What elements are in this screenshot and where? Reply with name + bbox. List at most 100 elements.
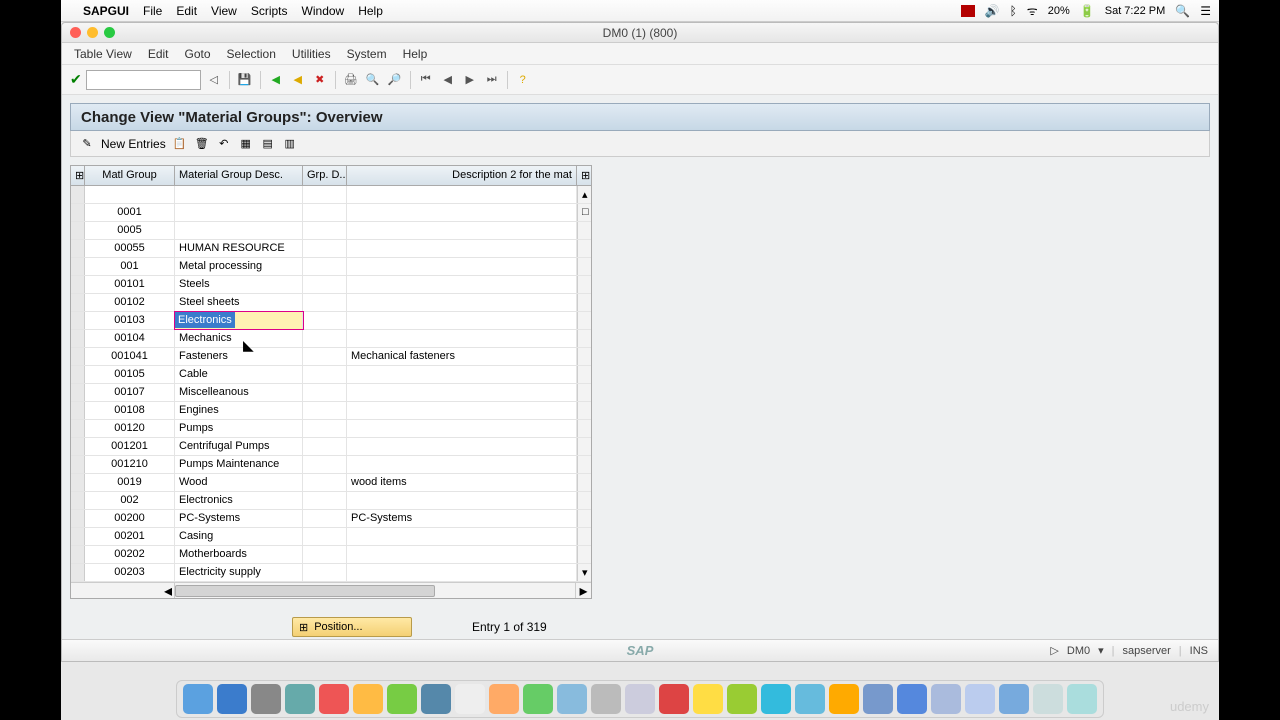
cell-grp-d[interactable] — [303, 420, 347, 437]
cell-desc[interactable]: Electronics — [175, 492, 303, 509]
menu-view[interactable]: View — [211, 4, 237, 18]
row-selector[interactable] — [71, 546, 85, 563]
volume-icon[interactable]: 🔊 — [985, 4, 1000, 18]
cell-desc[interactable]: Motherboards — [175, 546, 303, 563]
table-row[interactable]: 001Metal processing — [71, 258, 591, 276]
cell-desc2[interactable] — [347, 564, 577, 581]
row-selector[interactable] — [71, 510, 85, 527]
dock-app-22[interactable] — [931, 684, 961, 714]
change-icon[interactable]: ✎ — [79, 136, 95, 152]
dock-app-8[interactable] — [455, 684, 485, 714]
cell-desc[interactable] — [175, 204, 303, 221]
table-row[interactable]: 00201Casing — [71, 528, 591, 546]
cell-desc[interactable]: Mechanics — [175, 330, 303, 347]
cell-desc2[interactable] — [347, 186, 577, 203]
cell-matl-group[interactable]: 00200 — [85, 510, 175, 527]
row-selector[interactable] — [71, 492, 85, 509]
dock-app-14[interactable] — [659, 684, 689, 714]
col-matl-group[interactable]: Matl Group — [85, 166, 175, 185]
cell-grp-d[interactable] — [303, 546, 347, 563]
scroll-left-icon[interactable]: ◂ — [71, 583, 175, 598]
row-selector[interactable] — [71, 276, 85, 293]
cell-matl-group[interactable]: 00055 — [85, 240, 175, 257]
cell-desc[interactable]: Electronics — [175, 312, 303, 329]
col-grp-d[interactable]: Grp. D... — [303, 166, 347, 185]
cell-grp-d[interactable] — [303, 402, 347, 419]
minimize-icon[interactable] — [87, 27, 98, 38]
cell-matl-group[interactable]: 00202 — [85, 546, 175, 563]
dock-app-19[interactable] — [829, 684, 859, 714]
lastpage-icon[interactable]: ⏭ — [483, 71, 501, 89]
selectall-icon[interactable]: ▦ — [238, 136, 254, 152]
cell-grp-d[interactable] — [303, 204, 347, 221]
enter-icon[interactable]: ✔ — [70, 71, 82, 88]
col-desc[interactable]: Material Group Desc. — [175, 166, 303, 185]
cell-matl-group[interactable]: 00105 — [85, 366, 175, 383]
dock-app-21[interactable] — [897, 684, 927, 714]
table-row[interactable]: 00055HUMAN RESOURCE — [71, 240, 591, 258]
row-selector[interactable] — [71, 186, 85, 203]
new-entries-button[interactable]: New Entries — [101, 137, 166, 151]
delete-icon[interactable]: 🗑 — [194, 136, 210, 152]
undo-icon[interactable]: ↶ — [216, 136, 232, 152]
col-desc2[interactable]: Description 2 for the mat — [347, 166, 577, 185]
cell-desc[interactable]: Cable — [175, 366, 303, 383]
row-selector[interactable] — [71, 384, 85, 401]
table-row[interactable]: 00102Steel sheets — [71, 294, 591, 312]
row-selector[interactable] — [71, 402, 85, 419]
row-selector[interactable] — [71, 330, 85, 347]
cell-desc2[interactable] — [347, 294, 577, 311]
cell-matl-group[interactable]: 002 — [85, 492, 175, 509]
cell-desc[interactable]: Wood — [175, 474, 303, 491]
dock-app-11[interactable] — [557, 684, 587, 714]
deselect-icon[interactable]: ▥ — [282, 136, 298, 152]
table-row[interactable]: 0001□ — [71, 204, 591, 222]
menu-edit[interactable]: Edit — [176, 4, 197, 18]
sapmenu-tableview[interactable]: Table View — [74, 47, 132, 61]
cell-desc2[interactable] — [347, 276, 577, 293]
cell-grp-d[interactable] — [303, 276, 347, 293]
findnext-icon[interactable]: 🔎 — [386, 71, 404, 89]
cell-matl-group[interactable]: 00203 — [85, 564, 175, 581]
dock-app-26[interactable] — [1067, 684, 1097, 714]
dock-app-23[interactable] — [965, 684, 995, 714]
clock[interactable]: Sat 7:22 PM — [1105, 5, 1166, 17]
wifi-icon[interactable]: ᯤ — [1027, 2, 1038, 19]
cell-grp-d[interactable] — [303, 222, 347, 239]
menu-icon[interactable]: ☰ — [1200, 4, 1211, 18]
table-row[interactable]: 00120Pumps — [71, 420, 591, 438]
firstpage-icon[interactable]: ⏮ — [417, 71, 435, 89]
cell-desc2[interactable]: wood items — [347, 474, 577, 491]
cell-desc[interactable]: Casing — [175, 528, 303, 545]
status-dropdown-icon[interactable]: ▾ — [1098, 644, 1104, 657]
row-selector[interactable] — [71, 312, 85, 329]
cell-desc[interactable]: Centrifugal Pumps — [175, 438, 303, 455]
row-selector[interactable] — [71, 240, 85, 257]
help-icon[interactable]: ? — [514, 71, 532, 89]
cell-matl-group[interactable]: 00104 — [85, 330, 175, 347]
spotlight-icon[interactable]: 🔍 — [1175, 4, 1190, 18]
dock[interactable] — [176, 680, 1104, 718]
row-selector[interactable] — [71, 258, 85, 275]
cell-desc[interactable]: Fasteners — [175, 348, 303, 365]
cell-grp-d[interactable] — [303, 366, 347, 383]
cell-desc[interactable]: Pumps — [175, 420, 303, 437]
dock-app-25[interactable] — [1033, 684, 1063, 714]
sapmenu-selection[interactable]: Selection — [227, 47, 276, 61]
dock-app-9[interactable] — [489, 684, 519, 714]
cell-matl-group[interactable]: 0005 — [85, 222, 175, 239]
table-row[interactable]: 00108Engines — [71, 402, 591, 420]
row-selector[interactable] — [71, 294, 85, 311]
table-row[interactable]: 002Electronics — [71, 492, 591, 510]
cell-desc2[interactable] — [347, 330, 577, 347]
table-row[interactable]: ▴ — [71, 186, 591, 204]
table-row[interactable]: 00202Motherboards — [71, 546, 591, 564]
cell-desc2[interactable]: PC-Systems — [347, 510, 577, 527]
cell-desc2[interactable] — [347, 438, 577, 455]
col-config-icon[interactable]: ⊞ — [577, 166, 591, 185]
cell-grp-d[interactable] — [303, 492, 347, 509]
cell-grp-d[interactable] — [303, 510, 347, 527]
cell-desc2[interactable] — [347, 312, 577, 329]
nextpage-icon[interactable]: ▶ — [461, 71, 479, 89]
dock-app-7[interactable] — [421, 684, 451, 714]
